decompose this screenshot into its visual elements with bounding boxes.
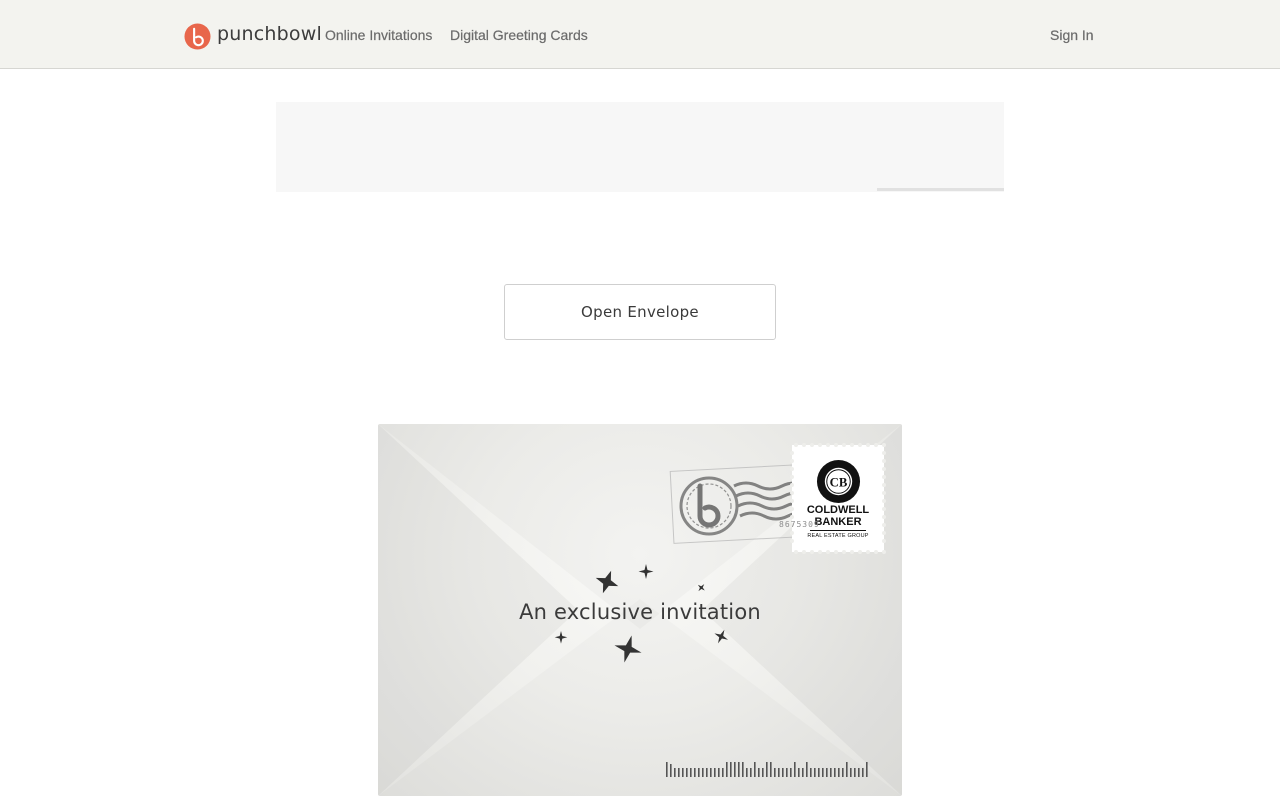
svg-text:CB: CB <box>830 475 848 489</box>
punchbowl-logo-icon <box>184 22 211 50</box>
top-navbar: punchbowl Online Invitations Digital Gre… <box>0 0 1280 69</box>
stamp-line-3: REAL ESTATE GROUP <box>807 533 869 539</box>
stamp-face: CB COLDWELL BANKER REAL ESTATE GROUP <box>796 449 880 548</box>
envelope[interactable]: CB COLDWELL BANKER REAL ESTATE GROUP 867… <box>378 424 902 796</box>
nav-digital-greeting-cards[interactable]: Digital Greeting Cards <box>450 27 588 43</box>
postmark-number: 8675309 <box>779 520 820 529</box>
coldwell-banker-seal-icon: CB <box>816 459 861 504</box>
sign-in-link[interactable]: Sign In <box>1050 27 1094 43</box>
open-envelope-button[interactable]: Open Envelope <box>504 284 776 340</box>
brand-logo[interactable]: punchbowl <box>184 22 322 50</box>
stamp-rule <box>810 530 866 531</box>
invitation-message: An exclusive invitation <box>519 600 761 624</box>
ad-divider <box>877 188 1004 191</box>
stamp-line-1: COLDWELL <box>806 504 870 516</box>
ad-banner <box>276 102 1004 192</box>
nav-online-invitations[interactable]: Online Invitations <box>325 27 433 43</box>
postage-stamp: CB COLDWELL BANKER REAL ESTATE GROUP <box>792 445 884 552</box>
brand-name: punchbowl <box>217 23 322 45</box>
